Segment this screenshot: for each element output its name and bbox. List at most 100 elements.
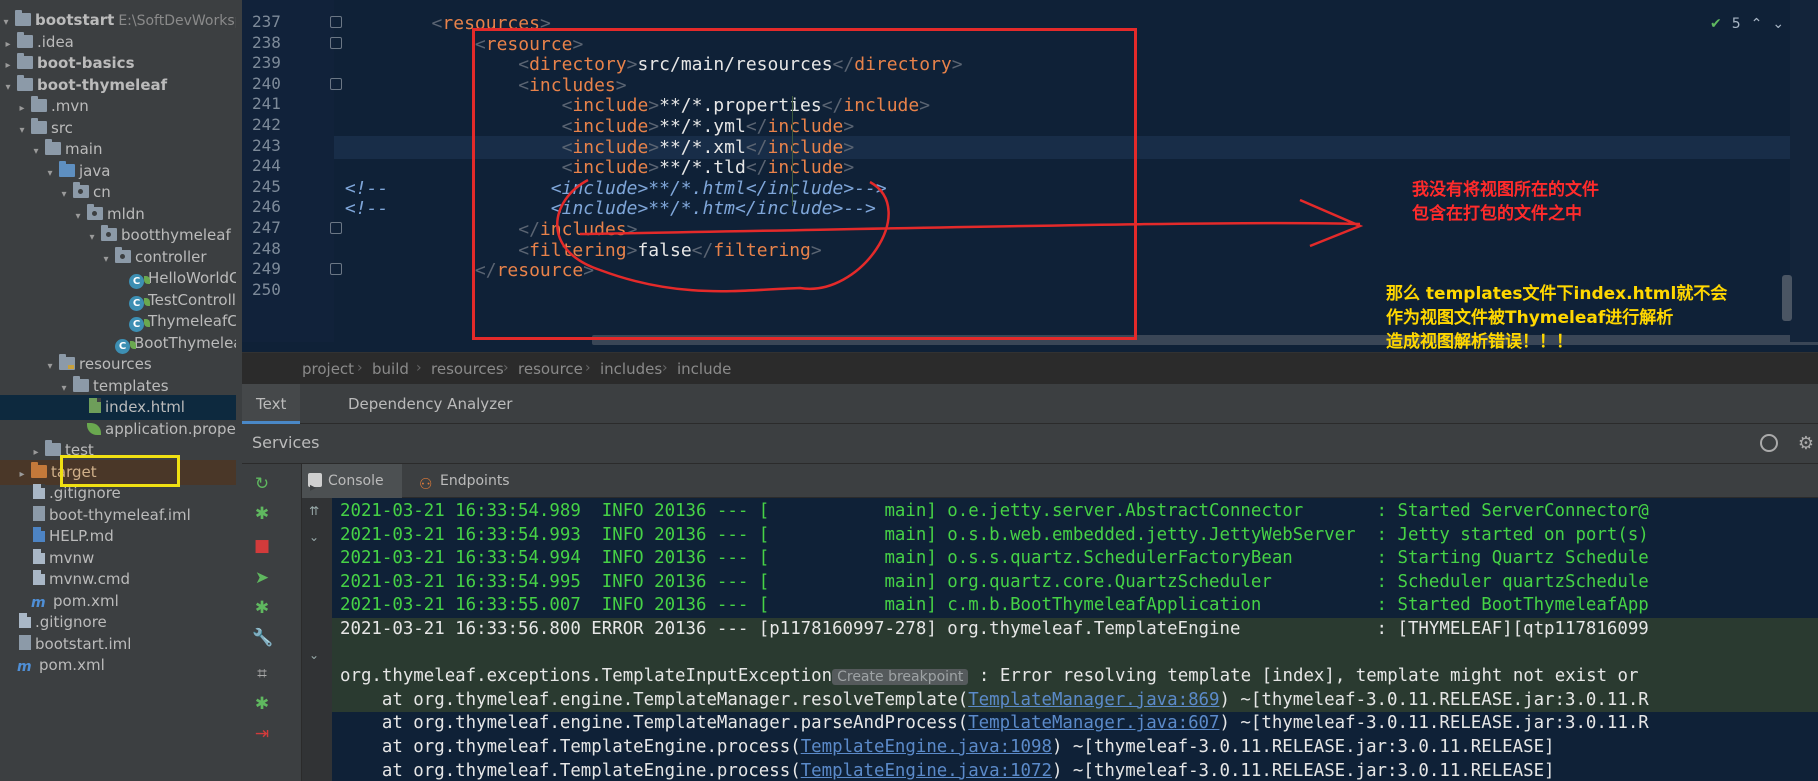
breadcrumb-item[interactable]: include: [677, 360, 731, 378]
console-output[interactable]: 2021-03-21 16:33:54.989 INFO 20136 --- […: [332, 498, 1818, 781]
rerun-icon[interactable]: ↻: [252, 474, 272, 494]
maven-pom-icon: [31, 596, 49, 611]
run-config-icon[interactable]: ➤: [252, 568, 272, 588]
tree-item-label: controller: [135, 247, 207, 266]
xml-bracket: >: [648, 95, 660, 117]
xml-text: **/*.properties: [659, 95, 822, 117]
source-link[interactable]: TemplateManager.java:607: [968, 713, 1219, 733]
annotation-yellow-line2: 作为视图文件被Thymeleaf进行解析: [1386, 308, 1674, 328]
xml-tag-name: include: [572, 157, 649, 179]
annotation-yellow-line3: 造成视图解析错误！！！: [1386, 332, 1573, 352]
log-line-exception[interactable]: org.thymeleaf.exceptions.TemplateInputEx…: [332, 665, 1818, 689]
source-link[interactable]: TemplateManager.java:869: [968, 690, 1219, 710]
stack-trace-line[interactable]: at org.thymeleaf.TemplateEngine.process(…: [332, 736, 1818, 760]
xml-comment: <!--: [344, 177, 389, 199]
breadcrumb-item[interactable]: resources: [431, 360, 504, 378]
tree-item-label: resources: [79, 355, 152, 373]
xml-tag-name: directory: [529, 54, 627, 76]
tree-root-path: E:\SoftDevWorkspa: [118, 13, 242, 29]
iml-file-icon: [19, 634, 31, 650]
xml-tag-name: filtering: [713, 239, 811, 261]
tab-text[interactable]: Text: [242, 384, 301, 424]
xml-text: src/main/resources: [637, 54, 833, 76]
xml-bracket: <: [561, 116, 573, 137]
stack-trace-line[interactable]: at org.thymeleaf.TemplateEngine.process(…: [332, 760, 1818, 781]
xml-bracket: </: [691, 239, 714, 261]
tab-endpoints[interactable]: Endpoints: [414, 464, 524, 501]
chevron-down-icon[interactable]: ⌄: [309, 648, 319, 662]
attach-debugger-icon[interactable]: ✱: [252, 694, 272, 714]
xml-bracket: <: [518, 74, 530, 96]
source-link[interactable]: TemplateEngine.java:1072: [801, 761, 1052, 781]
folder-icon: [17, 53, 33, 69]
inspection-count: 5: [1731, 16, 1741, 32]
folder-icon: [45, 440, 61, 456]
camera-icon[interactable]: ⌗: [252, 664, 272, 684]
xml-tag-name: directory: [854, 54, 952, 76]
tree-item-pom-xml[interactable]: pom.xml: [0, 653, 242, 678]
create-breakpoint-chip[interactable]: Create breakpoint: [832, 669, 969, 686]
breadcrumb-item[interactable]: resource: [518, 360, 583, 378]
annotation-yellow-line1: 那么 templates文件下index.html就不会: [1386, 284, 1728, 304]
xml-bracket: <: [518, 54, 530, 76]
folder-icon: [73, 375, 89, 392]
xml-tag-name: resource: [485, 33, 573, 55]
source-link[interactable]: TemplateEngine.java:1098: [801, 737, 1052, 757]
chevron-down-icon[interactable]: ⌄: [309, 530, 319, 544]
target-icon[interactable]: [1760, 434, 1778, 452]
tree-item-label: HelloWorldCont: [148, 269, 242, 287]
package-icon: [115, 246, 131, 263]
services-header: Services ⚙: [242, 424, 1818, 464]
tree-item-label: target: [51, 462, 97, 481]
debug-icon[interactable]: ✱: [252, 504, 272, 524]
xml-bracket: </: [745, 116, 768, 137]
tree-item-label: ThymeleafContr: [148, 312, 242, 330]
debug-config-icon[interactable]: ✱: [252, 598, 272, 618]
xml-bracket: </: [518, 219, 540, 240]
gear-icon[interactable]: ⚙: [1798, 433, 1814, 454]
stack-trace-line[interactable]: at org.thymeleaf.engine.TemplateManager.…: [332, 712, 1818, 736]
tab-dependency-analyzer[interactable]: Dependency Analyzer: [334, 384, 526, 424]
log-line-info[interactable]: 2021-03-21 16:33:54.995 INFO 20136 --- […: [332, 571, 1818, 595]
stop-icon[interactable]: ■: [252, 536, 272, 556]
log-line-error[interactable]: 2021-03-21 16:33:56.800 ERROR 20136 --- …: [332, 618, 1818, 642]
file-icon: [33, 570, 45, 585]
wrench-icon[interactable]: 🔧: [252, 628, 273, 648]
log-line-info[interactable]: 2021-03-21 16:33:54.994 INFO 20136 --- […: [332, 547, 1818, 571]
log-line-info[interactable]: 2021-03-21 16:33:55.007 INFO 20136 --- […: [332, 594, 1818, 618]
log-line-info[interactable]: 2021-03-21 16:33:54.989 INFO 20136 --- […: [332, 500, 1818, 524]
properties-leaf-icon: [87, 422, 101, 435]
editor-error-stripe[interactable]: [1790, 0, 1818, 342]
editor-horizontal-scrollbar[interactable]: [592, 335, 1818, 345]
editor-vertical-scroll-thumb[interactable]: [1782, 275, 1792, 321]
tree-item-label: index.html: [105, 398, 185, 416]
breadcrumb-separator: ›: [585, 360, 591, 376]
xml-bracket: >: [626, 239, 638, 261]
inspection-widget[interactable]: ✔ 5 ⌃ ⌄: [1710, 16, 1794, 36]
exit-icon[interactable]: ⇥: [252, 724, 272, 744]
package-icon: [87, 203, 103, 220]
breadcrumb-item[interactable]: project: [302, 360, 354, 378]
scroll-up-icon[interactable]: ⇈: [309, 504, 319, 518]
chevron-down-icon[interactable]: ⌄: [1772, 16, 1784, 32]
log-line-info[interactable]: 2021-03-21 16:33:54.993 INFO 20136 --- […: [332, 524, 1818, 548]
log-line-blank[interactable]: [332, 641, 1818, 666]
breadcrumb-item[interactable]: build: [372, 360, 409, 378]
xml-bracket: </: [832, 54, 855, 76]
xml-bracket: >: [843, 157, 855, 179]
xml-bracket: </: [474, 260, 497, 282]
line-number: 250: [252, 279, 281, 299]
xml-tag-name: include: [572, 116, 649, 137]
source-folder-icon: [59, 160, 75, 177]
stack-trace-line[interactable]: at org.thymeleaf.engine.TemplateManager.…: [332, 688, 1818, 713]
xml-tag-name: include: [767, 157, 844, 179]
xml-bracket: >: [810, 239, 822, 261]
chevron-up-icon[interactable]: ⌃: [1751, 16, 1763, 32]
breadcrumb-item[interactable]: includes: [600, 360, 662, 378]
iml-file-icon: [33, 505, 45, 521]
xml-tag-name: includes: [529, 74, 616, 96]
tab-console[interactable]: Console: [302, 464, 402, 504]
